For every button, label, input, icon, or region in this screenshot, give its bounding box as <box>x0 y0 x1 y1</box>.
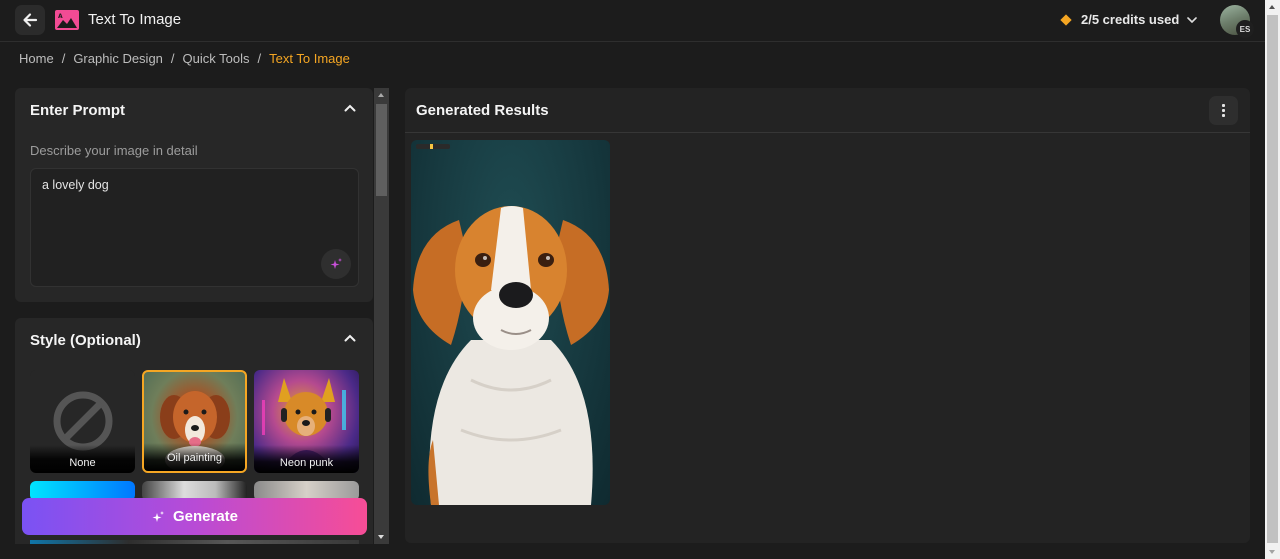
breadcrumb-separator: / <box>61 51 66 66</box>
app: A Text To Image 2/5 credits used ES Home… <box>0 0 1280 559</box>
style-label: None <box>30 445 135 473</box>
more-vertical-icon <box>1222 104 1225 107</box>
more-options-button[interactable] <box>1209 96 1238 125</box>
credits-label: 2/5 credits used <box>1081 12 1180 27</box>
settings-scrollbar[interactable] <box>374 88 389 544</box>
svg-text:A: A <box>58 13 63 20</box>
prompt-field-label: Describe your image in detail <box>30 143 198 158</box>
more-vertical-icon-dot <box>1222 109 1225 112</box>
style-label: Oil painting <box>144 443 245 471</box>
page-scrollbar[interactable] <box>1265 0 1280 559</box>
generate-button[interactable]: Generate <box>22 498 367 535</box>
watermark-badge <box>416 144 450 149</box>
style-card-title: Style (Optional) <box>30 332 141 349</box>
sparkle-icon <box>152 510 164 522</box>
sparkle-icon <box>330 258 342 269</box>
breadcrumb-separator: / <box>257 51 262 66</box>
style-option-oil-painting[interactable]: Oil painting <box>142 370 247 473</box>
results-header: Generated Results <box>405 88 1250 133</box>
back-button[interactable] <box>15 5 45 35</box>
scrollbar-thumb[interactable] <box>1267 15 1278 543</box>
breadcrumb-home[interactable]: Home <box>19 51 54 66</box>
breadcrumb-separator: / <box>170 51 175 66</box>
dog-illustration <box>413 206 609 505</box>
diamond-icon <box>1060 13 1072 26</box>
generate-label: Generate <box>172 508 239 525</box>
results-title: Generated Results <box>416 102 549 119</box>
top-bar: A Text To Image 2/5 credits used ES <box>0 0 1265 42</box>
style-option-neon-punk[interactable]: Neon punk <box>254 370 359 473</box>
credits-dropdown[interactable]: 2/5 credits used <box>1060 12 1198 27</box>
prohibited-icon <box>53 391 113 451</box>
prompt-input-wrapper <box>30 168 359 287</box>
style-row-peek <box>30 540 359 544</box>
enhance-prompt-button[interactable] <box>321 249 351 279</box>
image-icon: A <box>55 10 79 30</box>
prompt-input[interactable] <box>31 169 358 286</box>
scroll-up-icon[interactable] <box>378 93 384 97</box>
avatar-initials: ES <box>1236 20 1254 38</box>
breadcrumb: Home / Graphic Design / Quick Tools / Te… <box>19 51 350 66</box>
results-panel: Generated Results <box>405 88 1250 543</box>
settings-panel: Enter Prompt Describe your image in deta… <box>15 88 390 544</box>
style-label: Neon punk <box>254 445 359 473</box>
breadcrumb-graphic-design[interactable]: Graphic Design <box>73 51 163 66</box>
avatar[interactable]: ES <box>1220 5 1254 38</box>
scroll-down-icon[interactable] <box>378 535 384 539</box>
chevron-up-icon[interactable] <box>344 104 356 112</box>
chevron-down-icon <box>1187 16 1198 23</box>
scroll-down-icon[interactable] <box>1269 550 1275 554</box>
style-option-none[interactable]: None <box>30 370 135 473</box>
arrow-left-icon <box>23 13 38 27</box>
breadcrumb-quick-tools[interactable]: Quick Tools <box>183 51 250 66</box>
more-vertical-icon-dot <box>1222 114 1225 117</box>
prompt-card-title: Enter Prompt <box>30 102 126 119</box>
page-title: Text To Image <box>88 11 182 28</box>
generated-image[interactable] <box>411 140 610 505</box>
prompt-card: Enter Prompt Describe your image in deta… <box>15 88 373 302</box>
breadcrumb-current: Text To Image <box>269 51 350 66</box>
scrollbar-thumb[interactable] <box>376 104 387 196</box>
scroll-up-icon[interactable] <box>1269 5 1275 9</box>
chevron-up-icon[interactable] <box>344 334 356 342</box>
